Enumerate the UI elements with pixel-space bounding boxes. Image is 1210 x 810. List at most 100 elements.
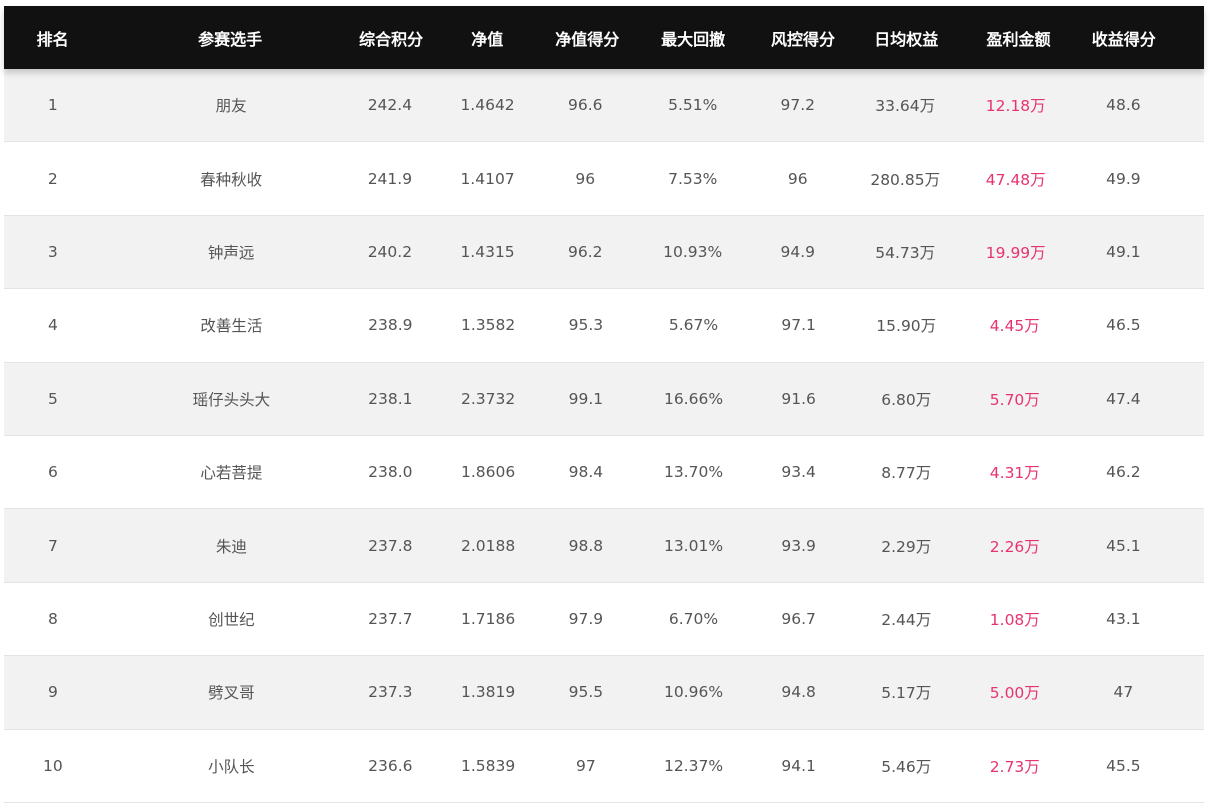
rank-cell: 10 (43, 756, 63, 775)
table-row: 6 心若菩提 238.0 1.8606 98.4 13.70% 93.4 8.7… (4, 435, 1204, 510)
table-header: 排名 参赛选手 综合积分 净值 净值得分 最大回撤 风控得分 日均权益 盈利金额… (4, 6, 1204, 69)
rank-cell: 9 (47, 683, 58, 702)
net-value-score-cell: 96.6 (568, 96, 603, 115)
net-value-cell: 1.3819 (460, 683, 516, 702)
player-name-cell: 朋友 (215, 97, 247, 116)
max-drawdown-cell: 12.37% (663, 756, 724, 775)
net-value-cell: 1.4315 (460, 242, 515, 261)
header-player[interactable]: 参赛选手 (101, 26, 359, 50)
max-drawdown-cell: 10.96% (663, 683, 724, 702)
max-drawdown-cell: 13.01% (663, 536, 724, 555)
profit-amount-cell: 4.31万 (989, 464, 1040, 483)
profit-amount-cell: 1.08万 (989, 610, 1040, 629)
profit-amount-cell: 47.48万 (985, 170, 1046, 189)
header-daily-equity[interactable]: 日均权益 (826, 26, 987, 50)
net-value-score-cell: 96.2 (568, 242, 603, 261)
max-drawdown-cell: 13.70% (663, 463, 724, 482)
daily-equity-cell: 280.85万 (870, 170, 941, 189)
max-drawdown-cell: 6.70% (668, 609, 719, 628)
table-row: 10 小队长 236.6 1.5839 97 12.37% 94.1 5.46万… (4, 729, 1204, 803)
net-value-cell: 1.4642 (460, 96, 515, 115)
total-score-cell: 241.9 (367, 169, 413, 188)
return-score-cell: 49.9 (1106, 169, 1141, 188)
max-drawdown-cell: 16.66% (663, 389, 724, 408)
rank-cell: 1 (47, 96, 58, 115)
daily-equity-cell: 5.17万 (881, 684, 932, 703)
max-drawdown-cell: 5.51% (668, 96, 718, 115)
total-score-cell: 242.4 (367, 96, 413, 115)
net-value-score-cell: 95.3 (568, 316, 604, 335)
header-total-score[interactable]: 综合积分 (359, 26, 423, 50)
daily-equity-cell: 6.80万 (881, 390, 932, 409)
net-value-score-cell: 95.5 (568, 683, 604, 702)
header-net-value[interactable]: 净值 (419, 26, 555, 50)
table-row: 2 春种秋收 241.9 1.4107 96 7.53% 96 280.85万 … (4, 142, 1204, 216)
daily-equity-cell: 54.73万 (875, 243, 936, 262)
total-score-cell: 238.0 (368, 463, 413, 482)
player-name-cell: 朱迪 (215, 537, 247, 556)
daily-equity-cell: 15.90万 (876, 317, 937, 336)
risk-score-cell: 97.1 (781, 316, 816, 335)
table-row: 9 劈叉哥 237.3 1.3819 95.5 10.96% 94.8 5.17… (4, 656, 1204, 730)
net-value-cell: 1.3582 (460, 316, 516, 335)
total-score-cell: 237.8 (368, 536, 413, 555)
total-score-cell: 238.9 (368, 316, 413, 335)
profit-amount-cell: 12.18万 (985, 97, 1046, 116)
table-row: 8 创世纪 237.7 1.7186 97.9 6.70% 96.7 2.44万… (4, 582, 1204, 657)
daily-equity-cell: 33.64万 (875, 97, 936, 116)
player-name-cell: 小队长 (208, 757, 255, 776)
rank-cell: 3 (47, 242, 58, 261)
daily-equity-cell: 2.29万 (881, 537, 932, 556)
header-profit-amount[interactable]: 盈利金额 (986, 26, 1050, 50)
net-value-score-cell: 99.1 (568, 389, 604, 408)
header-max-drawdown[interactable]: 最大回撤 (615, 26, 771, 50)
table-row: 5 瑶仔头头大 238.1 2.3732 99.1 16.66% 91.6 6.… (4, 362, 1204, 436)
net-value-score-cell: 96 (575, 169, 596, 188)
daily-equity-cell: 8.77万 (881, 464, 932, 483)
rank-cell: 5 (47, 389, 58, 408)
daily-equity-cell: 5.46万 (881, 757, 932, 776)
table-row: 4 改善生活 238.9 1.3582 95.3 5.67% 97.1 15.9… (4, 289, 1204, 363)
risk-score-cell: 97.2 (780, 96, 815, 115)
net-value-cell: 2.0188 (460, 536, 516, 555)
risk-score-cell: 93.4 (781, 463, 816, 482)
risk-score-cell: 94.1 (781, 756, 816, 775)
header-return-score[interactable]: 收益得分 (1043, 26, 1204, 50)
risk-score-cell: 91.6 (781, 389, 816, 408)
total-score-cell: 237.7 (368, 609, 413, 628)
header-rank[interactable]: 排名 (4, 26, 101, 50)
profit-amount-cell: 2.26万 (989, 537, 1040, 556)
net-value-score-cell: 98.4 (568, 463, 604, 482)
rank-cell: 6 (47, 463, 58, 482)
leaderboard-table: 排名 参赛选手 综合积分 净值 净值得分 最大回撤 风控得分 日均权益 盈利金额… (4, 6, 1204, 808)
header-risk-score[interactable]: 风控得分 (771, 26, 835, 50)
profit-amount-cell: 2.73万 (989, 757, 1040, 776)
net-value-cell: 1.4107 (460, 169, 515, 188)
rank-cell: 8 (47, 609, 58, 628)
profit-amount-cell: 4.45万 (989, 317, 1040, 336)
return-score-cell: 48.6 (1106, 96, 1141, 115)
return-score-cell: 45.1 (1106, 536, 1141, 555)
return-score-cell: 46.2 (1106, 463, 1141, 482)
header-net-value-score[interactable]: 净值得分 (555, 26, 619, 50)
max-drawdown-cell: 10.93% (663, 242, 723, 261)
profit-amount-cell: 5.70万 (989, 390, 1040, 409)
risk-score-cell: 94.8 (781, 683, 816, 702)
player-name-cell: 创世纪 (208, 610, 255, 629)
net-value-cell: 2.3732 (460, 389, 516, 408)
total-score-cell: 237.3 (368, 683, 413, 702)
return-score-cell: 47 (1113, 683, 1134, 702)
profit-amount-cell: 19.99万 (985, 243, 1046, 262)
total-score-cell: 236.6 (368, 756, 413, 775)
table-row: 3 钟声远 240.2 1.4315 96.2 10.93% 94.9 54.7… (4, 215, 1204, 290)
rank-cell: 2 (47, 169, 58, 188)
total-score-cell: 240.2 (367, 242, 413, 261)
net-value-score-cell: 98.8 (568, 536, 604, 555)
return-score-cell: 43.1 (1106, 609, 1141, 628)
max-drawdown-cell: 5.67% (668, 316, 719, 335)
player-name-cell: 劈叉哥 (208, 684, 255, 703)
net-value-score-cell: 97.9 (568, 609, 604, 628)
player-name-cell: 钟声远 (207, 243, 255, 262)
return-score-cell: 47.4 (1106, 389, 1141, 408)
risk-score-cell: 96 (787, 169, 808, 188)
